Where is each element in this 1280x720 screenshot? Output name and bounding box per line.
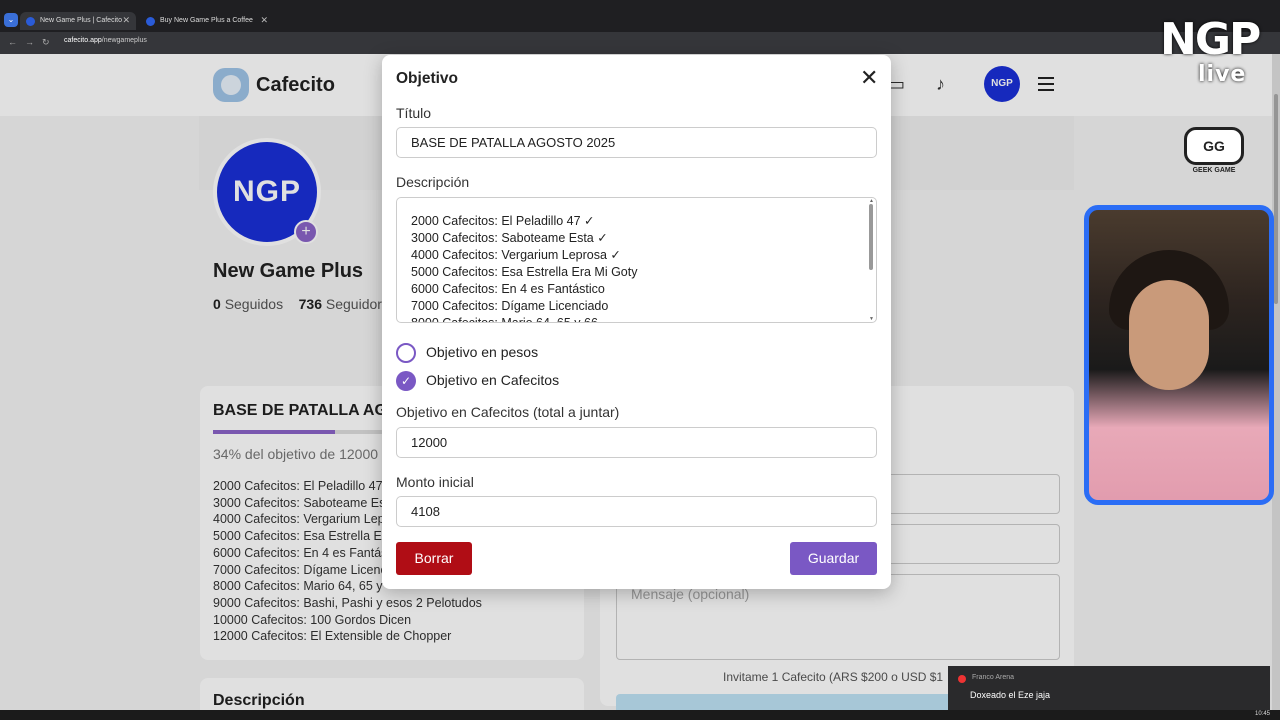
youtube-icon xyxy=(958,675,966,683)
delete-button[interactable]: Borrar xyxy=(396,542,472,575)
save-button[interactable]: Guardar xyxy=(790,542,877,575)
address-bar: ← → ↻ cafecito.app/newgameplus xyxy=(0,32,1280,54)
initial-amount-label: Monto inicial xyxy=(396,474,474,490)
description-line: 8000 Cafecitos: Mario 64, 65 y 66 xyxy=(411,316,598,323)
browser-tab-bar: ⌄ New Game Plus | Cafecito ✕ Buy New Gam… xyxy=(0,0,1280,32)
goal-amount-input[interactable]: 12000 xyxy=(396,427,877,458)
notification-message: Doxeado el Eze jaja xyxy=(970,690,1051,700)
radio-pesos-label[interactable]: Objetivo en pesos xyxy=(426,344,538,360)
back-icon[interactable]: ← xyxy=(8,37,17,47)
close-icon[interactable]: ✕ xyxy=(860,67,878,89)
url-field[interactable]: cafecito.app/newgameplus xyxy=(64,37,147,44)
description-label: Descripción xyxy=(396,174,470,190)
tab-label: New Game Plus | Cafecito xyxy=(40,17,122,24)
goal-modal: Objetivo ✕ Título BASE DE PATALLA AGOSTO… xyxy=(382,55,891,589)
notification-user: Franco Arena xyxy=(972,674,1015,681)
streamer-face xyxy=(1129,280,1209,390)
description-lines: 2000 Cafecitos: El Peladillo 47 ✓ 3000 Ca… xyxy=(411,213,862,323)
initial-amount-input[interactable]: 4108 xyxy=(396,496,877,527)
chat-notification: Franco Arena Doxeado el Eze jaja xyxy=(948,666,1270,710)
tab-search-icon[interactable]: ⌄ xyxy=(4,13,18,27)
cafecito-favicon-icon xyxy=(26,17,35,26)
forward-icon[interactable]: → xyxy=(25,37,34,47)
description-line: 6000 Cafecitos: En 4 es Fantástico xyxy=(411,282,605,296)
close-tab-icon[interactable]: ✕ xyxy=(122,15,130,26)
tab-cafecito[interactable]: New Game Plus | Cafecito ✕ xyxy=(20,12,136,30)
tab-label: Buy New Game Plus a Coffee xyxy=(160,17,253,24)
os-taskbar: 10:45 xyxy=(0,710,1280,720)
title-input[interactable]: BASE DE PATALLA AGOSTO 2025 xyxy=(396,127,877,158)
description-line: 5000 Cafecitos: Esa Estrella Era Mi Goty xyxy=(411,265,638,279)
reload-icon[interactable]: ↻ xyxy=(42,37,50,48)
radio-cafecitos-label[interactable]: Objetivo en Cafecitos xyxy=(426,372,559,388)
goal-amount-label: Objetivo en Cafecitos (total a juntar) xyxy=(396,404,620,420)
textarea-scrollbar[interactable] xyxy=(869,204,873,270)
description-line: 2000 Cafecitos: El Peladillo 47 ✓ xyxy=(411,214,595,228)
ngp-favicon-icon xyxy=(146,17,155,26)
description-line: 7000 Cafecitos: Dígame Licenciado xyxy=(411,299,609,313)
taskbar-clock: 10:45 xyxy=(1254,711,1270,717)
modal-title: Objetivo xyxy=(396,70,459,87)
ngp-live-logo: NGP live xyxy=(1160,14,1261,87)
radio-pesos[interactable] xyxy=(396,343,416,363)
radio-cafecitos[interactable]: ✓ xyxy=(396,371,416,391)
title-label: Título xyxy=(396,105,432,121)
description-line: 3000 Cafecitos: Saboteame Esta ✓ xyxy=(411,231,608,245)
description-textarea[interactable]: 2000 Cafecitos: El Peladillo 47 ✓ 3000 Ca… xyxy=(396,197,877,323)
description-line: 4000 Cafecitos: Vergarium Leprosa ✓ xyxy=(411,248,621,262)
tab-buy-coffee[interactable]: Buy New Game Plus a Coffee ✕ xyxy=(140,12,274,30)
geek-game-logo: GG GEEK GAME xyxy=(1184,127,1244,177)
scroll-down-icon[interactable]: ▼ xyxy=(869,316,874,322)
close-tab-icon[interactable]: ✕ xyxy=(260,15,268,26)
streamer-webcam xyxy=(1084,205,1274,505)
